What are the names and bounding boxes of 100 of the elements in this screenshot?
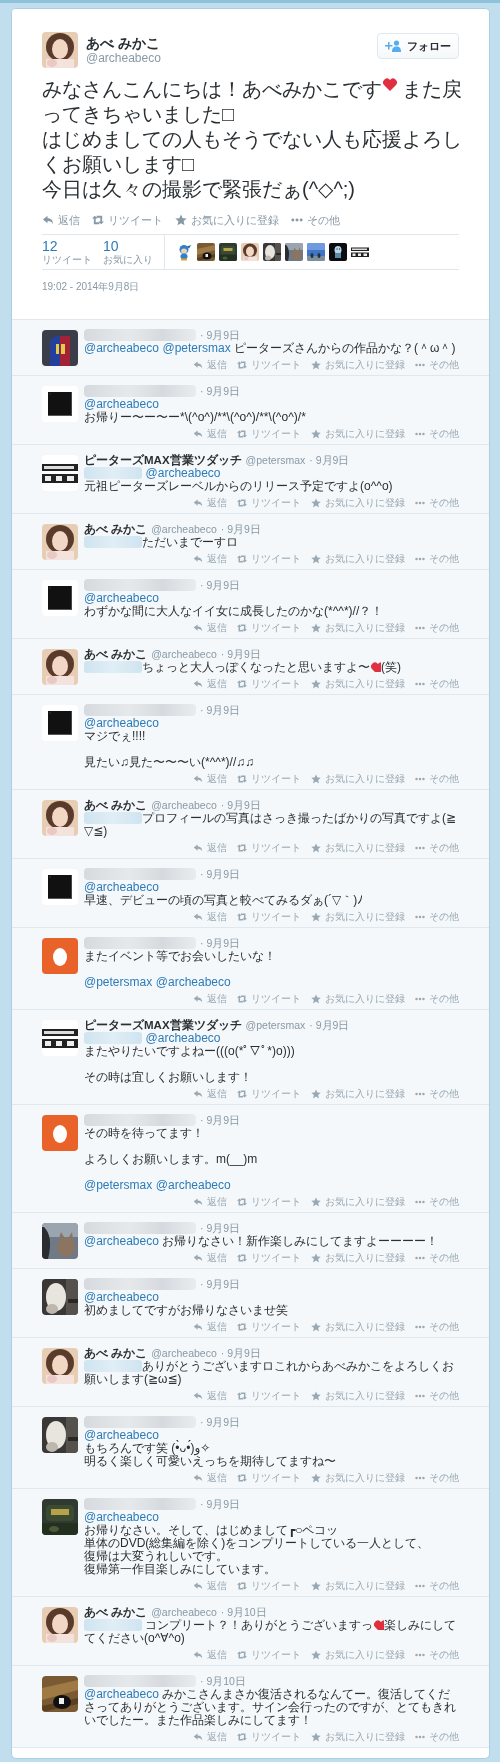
retweet-button[interactable]: リツイート [237, 909, 301, 924]
tweet-date[interactable]: · 9月9日 [200, 578, 241, 592]
more-button[interactable]: その他 [415, 840, 459, 855]
tweet-date[interactable]: · 9月9日 [200, 1415, 241, 1429]
tweet-date[interactable]: · 9月9日 [200, 1113, 241, 1127]
retweet-button[interactable]: リツイート [237, 991, 301, 1006]
favorite-button[interactable]: お気に入りに登録 [311, 1578, 405, 1593]
mention-link[interactable]: @archeabeco [155, 975, 231, 989]
author-name[interactable]: あべ みかこ [86, 35, 369, 51]
retweet-button[interactable]: リツイート [237, 676, 301, 691]
favorite-button[interactable]: お気に入りに登録 [311, 909, 405, 924]
more-button[interactable]: その他 [415, 1388, 459, 1403]
reply-button[interactable]: 返信 [193, 551, 227, 566]
mention-link[interactable]: @archeabeco [84, 1428, 159, 1442]
mention-link[interactable]: @archeabeco [84, 1290, 159, 1304]
mention-link[interactable]: @archeabeco [155, 1178, 231, 1192]
author-handle[interactable]: @archeabeco [151, 1605, 217, 1619]
reply-button[interactable]: 返信 [193, 495, 227, 510]
reply-button[interactable]: 返信 [193, 1194, 227, 1209]
author-name[interactable]: ピーターズMAX営業ツダッチ [84, 453, 242, 467]
more-button[interactable]: その他 [415, 1194, 459, 1209]
tweet-date[interactable]: · 9月9日 [200, 1497, 241, 1511]
author-handle[interactable]: @petersmax [245, 453, 306, 467]
tweet-date[interactable]: · 9月9日 [200, 384, 241, 398]
retweet-button[interactable]: リツイート [237, 1319, 301, 1334]
retweet-button[interactable]: リツイート [237, 771, 301, 786]
author-handle[interactable]: @archeabeco [86, 51, 369, 66]
favorite-button[interactable]: お気に入りに登録 [311, 357, 405, 372]
stat-link[interactable]: 12 リツイート [42, 238, 103, 266]
tweet-date[interactable]: · 9月10日 [220, 1605, 267, 1619]
more-button[interactable]: その他 [415, 357, 459, 372]
reply-button[interactable]: 返信 [193, 1729, 227, 1744]
mention-link[interactable]: @petersmax [84, 975, 153, 989]
favorite-button[interactable]: お気に入りに登録 [311, 1388, 405, 1403]
reply-button[interactable]: 返信 [193, 1647, 227, 1662]
more-button[interactable]: その他 [415, 426, 459, 441]
retweet-button[interactable]: リツイート [237, 1250, 301, 1265]
mention-link[interactable]: @archeabeco [84, 716, 159, 730]
more-button[interactable]: その他 [415, 1319, 459, 1334]
mention-link[interactable]: @archeabeco [84, 880, 159, 894]
reply-button[interactable]: 返信 [193, 840, 227, 855]
retweet-button[interactable]: リツイート [237, 1578, 301, 1593]
reply-button[interactable]: 返信 [193, 1319, 227, 1334]
author-handle[interactable]: @archeabeco [151, 522, 217, 536]
more-button[interactable]: その他 [415, 1470, 459, 1485]
reply-button[interactable]: 返信 [193, 426, 227, 441]
retweet-button[interactable]: リツイート [237, 620, 301, 635]
reply-button[interactable]: 返信 [193, 620, 227, 635]
favorite-button[interactable]: お気に入りに登録 [311, 1086, 405, 1101]
mention-link[interactable]: @petersmax [84, 1178, 153, 1192]
more-button[interactable]: その他 [415, 1578, 459, 1593]
more-button[interactable]: その他 [415, 1729, 459, 1744]
favorite-button[interactable]: お気に入りに登録 [311, 1470, 405, 1485]
author-name[interactable]: あべ みかこ [84, 1346, 148, 1360]
more-button[interactable]: その他 [415, 676, 459, 691]
reply-button[interactable]: 返信 [193, 1470, 227, 1485]
reply-button[interactable]: 返信 [193, 1578, 227, 1593]
author-name[interactable]: あべ みかこ [84, 522, 148, 536]
favorite-button[interactable]: お気に入りに登録 [311, 1319, 405, 1334]
more-button[interactable]: その他 [415, 1086, 459, 1101]
more-button[interactable]: その他 [415, 909, 459, 924]
author-name[interactable]: あべ みかこ [84, 798, 148, 812]
mention-link[interactable]: @archeabeco [145, 1031, 221, 1045]
reply-button[interactable]: 返信 [193, 1250, 227, 1265]
favorite-button[interactable]: お気に入りに登録 [311, 620, 405, 635]
tweet-date[interactable]: · 9月9日 [200, 328, 241, 342]
more-button[interactable]: その他 [415, 771, 459, 786]
retweet-button[interactable]: リツイート [237, 840, 301, 855]
author-name[interactable]: あべ みかこ [84, 647, 148, 661]
author-handle[interactable]: @archeabeco [151, 647, 217, 661]
mention-link[interactable]: @archeabeco [84, 1234, 159, 1248]
follow-button[interactable]: フォロー [377, 33, 459, 59]
reply-button[interactable]: 返信 [193, 909, 227, 924]
tweet-date[interactable]: · 9月9日 [200, 1221, 241, 1235]
tweet-date[interactable]: · 9月9日 [220, 1346, 261, 1360]
tweet-date[interactable]: · 9月9日 [220, 647, 261, 661]
tweet-date[interactable]: · 9月9日 [200, 867, 241, 881]
mention-link[interactable]: @archeabeco [84, 591, 159, 605]
favorite-button[interactable]: お気に入りに登録 [311, 426, 405, 441]
favorite-button[interactable]: お気に入りに登録 [311, 676, 405, 691]
more-button[interactable]: その他 [415, 1250, 459, 1265]
retweet-button[interactable]: リツイート [237, 495, 301, 510]
mention-link[interactable]: @archeabeco [145, 466, 221, 480]
favorite-button[interactable]: お気に入りに登録 [311, 840, 405, 855]
favorite-button[interactable]: お気に入りに登録 [311, 1647, 405, 1662]
tweet-date[interactable]: · 9月9日 [309, 1018, 350, 1032]
author-handle[interactable]: @archeabeco [151, 798, 217, 812]
retweet-button[interactable]: リツイート [237, 426, 301, 441]
author-name[interactable]: ピーターズMAX営業ツダッチ [84, 1018, 242, 1032]
favorite-button[interactable]: お気に入りに登録 [311, 495, 405, 510]
reply-button[interactable]: 返信 [193, 991, 227, 1006]
reply-button[interactable]: 返信 [193, 771, 227, 786]
mention-link[interactable]: @archeabeco [84, 1510, 159, 1524]
tweet-date[interactable]: · 9月9日 [220, 798, 261, 812]
tweet-date[interactable]: · 9月9日 [309, 453, 350, 467]
more-button[interactable]: その他 [291, 212, 340, 228]
tweet-date[interactable]: · 9月9日 [200, 703, 241, 717]
favorite-button[interactable]: お気に入りに登録 [311, 1729, 405, 1744]
mention-link[interactable]: @archeabeco [84, 341, 159, 355]
more-button[interactable]: その他 [415, 551, 459, 566]
